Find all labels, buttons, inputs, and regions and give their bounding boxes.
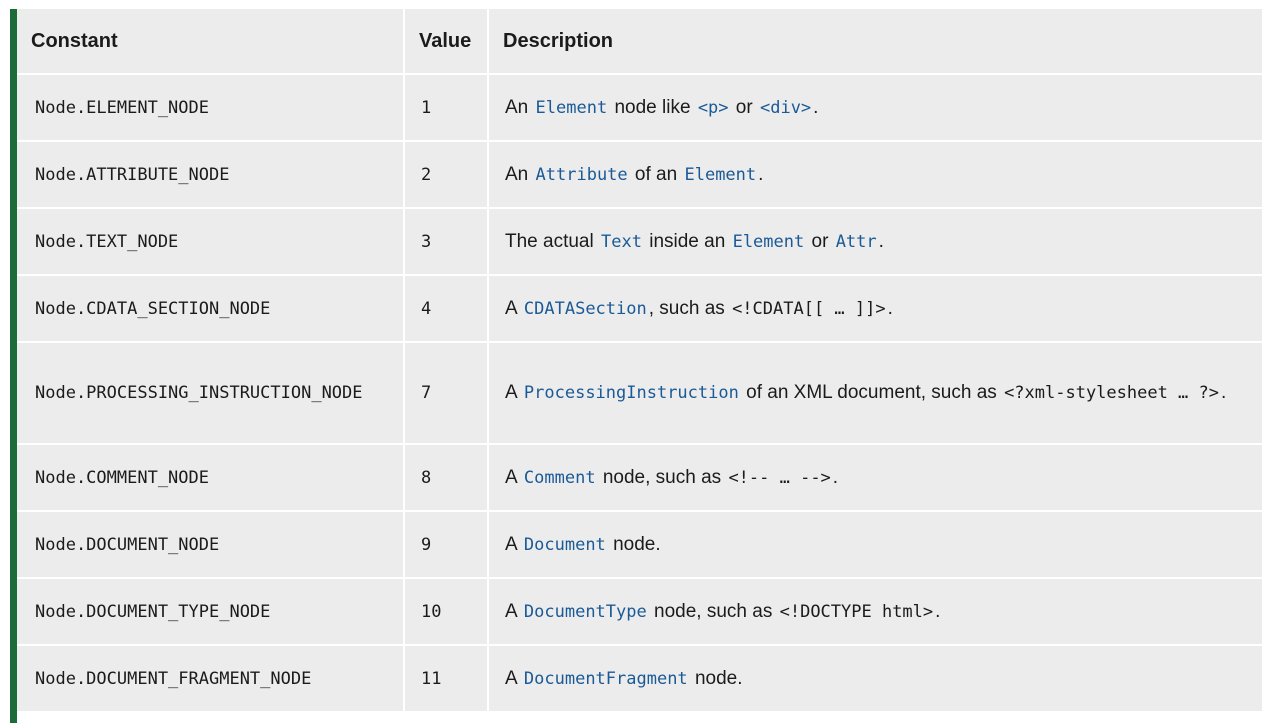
description-text: . (878, 230, 884, 252)
constant-cell: Node.CDATA_SECTION_NODE (17, 276, 405, 343)
node-type-constants-table: Constant Value Description Node.ELEMENT_… (17, 9, 1262, 713)
value-cell: 10 (405, 579, 489, 646)
node-type-constants-table-container: Constant Value Description Node.ELEMENT_… (10, 9, 1262, 723)
header-value: Value (405, 9, 489, 75)
header-constant: Constant (17, 9, 405, 75)
value-cell: 3 (405, 209, 489, 276)
table-row: Node.COMMENT_NODE 8 A Comment node, such a… (17, 445, 1262, 512)
code-link[interactable]: <div> (758, 98, 813, 118)
code-snippet: <!-- … --> (728, 467, 831, 488)
description-cell: A CDATASection, such as <!CDATA[[ … ]]>. (489, 276, 1262, 343)
description-text: node, such as (648, 600, 778, 622)
description-cell: An Attribute of an Element. (489, 142, 1262, 209)
table-row: Node.ATTRIBUTE_NODE 2 An Attribute of an E… (17, 142, 1262, 209)
code-link[interactable]: DocumentFragment (522, 669, 690, 689)
table-row: Node.PROCESSING_INSTRUCTION_NODE 7 A Proce… (17, 343, 1262, 445)
value-cell: 7 (405, 343, 489, 445)
code-link[interactable]: Attr (834, 232, 879, 252)
description-text: . (758, 163, 764, 185)
value-cell: 11 (405, 646, 489, 713)
code-snippet: <?xml-stylesheet … ?> (1004, 383, 1219, 403)
code-link[interactable]: <p> (696, 98, 731, 118)
description-cell: A Document node. (489, 512, 1262, 579)
code-link[interactable]: Text (599, 232, 644, 252)
description-text: An (505, 163, 534, 185)
value-cell: 4 (405, 276, 489, 343)
constant-cell: Node.ATTRIBUTE_NODE (17, 142, 405, 209)
description-cell: A DocumentType node, such as <!DOCTYPE h… (489, 579, 1262, 646)
description-text: node, such as (597, 466, 727, 488)
description-cell: An Element node like <p> or <div>. (489, 75, 1262, 142)
code-snippet: <!DOCTYPE html> (779, 601, 934, 622)
table-row: Node.TEXT_NODE 3 The actual Text inside an… (17, 209, 1262, 276)
description-text: . (832, 466, 839, 488)
description-cell: A DocumentFragment node. (489, 646, 1262, 713)
code-link[interactable]: Document (522, 535, 608, 555)
constant-cell: Node.DOCUMENT_TYPE_NODE (17, 579, 405, 646)
description-text: A (505, 600, 522, 622)
description-text: node. (689, 667, 743, 689)
description-text: or (730, 96, 758, 118)
value-cell: 2 (405, 142, 489, 209)
value-cell: 8 (405, 445, 489, 512)
description-text: An (505, 96, 534, 118)
table-body: Node.ELEMENT_NODE 1 An Element node like <… (17, 75, 1262, 713)
table-row: Node.DOCUMENT_NODE 9 A Document node. (17, 512, 1262, 579)
code-snippet: <!CDATA[[ … ]]> (732, 298, 886, 319)
description-text: of an XML document, such as (740, 382, 1003, 403)
constant-cell: Node.COMMENT_NODE (17, 445, 405, 512)
description-text: , such as (648, 297, 731, 319)
description-cell: A ProcessingInstruction of an XML docume… (489, 343, 1262, 445)
description-text: . (813, 96, 819, 118)
description-text: or (806, 230, 834, 252)
description-text: of an (629, 163, 683, 185)
description-text: A (505, 297, 522, 319)
header-description: Description (489, 9, 1262, 75)
table-row: Node.DOCUMENT_FRAGMENT_NODE 11 A DocumentF… (17, 646, 1262, 713)
description-text: A (505, 466, 522, 488)
table-row: Node.ELEMENT_NODE 1 An Element node like <… (17, 75, 1262, 142)
constant-cell: Node.ELEMENT_NODE (17, 75, 405, 142)
description-cell: The actual Text inside an Element or Att… (489, 209, 1262, 276)
description-text: The actual (505, 230, 599, 252)
table-header-row: Constant Value Description (17, 9, 1262, 75)
description-text: A (505, 382, 522, 403)
table-row: Node.CDATA_SECTION_NODE 4 A CDATASection, … (17, 276, 1262, 343)
code-link[interactable]: ProcessingInstruction (522, 383, 741, 403)
description-text: . (1221, 382, 1227, 403)
code-link[interactable]: CDATASection (522, 299, 649, 319)
description-text: . (887, 297, 893, 319)
description-text: A (505, 533, 522, 555)
description-text: . (935, 600, 941, 622)
code-link[interactable]: Element (682, 165, 758, 185)
description-text: inside an (643, 230, 731, 252)
code-link[interactable]: DocumentType (522, 602, 649, 622)
description-text: node like (609, 96, 696, 118)
value-cell: 9 (405, 512, 489, 579)
code-link[interactable]: Element (731, 232, 807, 252)
value-cell: 1 (405, 75, 489, 142)
code-link[interactable]: Element (534, 98, 610, 118)
table-row: Node.DOCUMENT_TYPE_NODE 10 A DocumentType … (17, 579, 1262, 646)
constant-cell: Node.TEXT_NODE (17, 209, 405, 276)
description-cell: A Comment node, such as <!-- … -->. (489, 445, 1262, 512)
constant-cell: Node.DOCUMENT_FRAGMENT_NODE (17, 646, 405, 713)
description-text: node. (607, 533, 661, 555)
code-link[interactable]: Attribute (534, 165, 630, 185)
description-text: A (505, 667, 522, 689)
code-link[interactable]: Comment (522, 468, 598, 488)
constant-cell: Node.PROCESSING_INSTRUCTION_NODE (17, 343, 405, 445)
constant-cell: Node.DOCUMENT_NODE (17, 512, 405, 579)
